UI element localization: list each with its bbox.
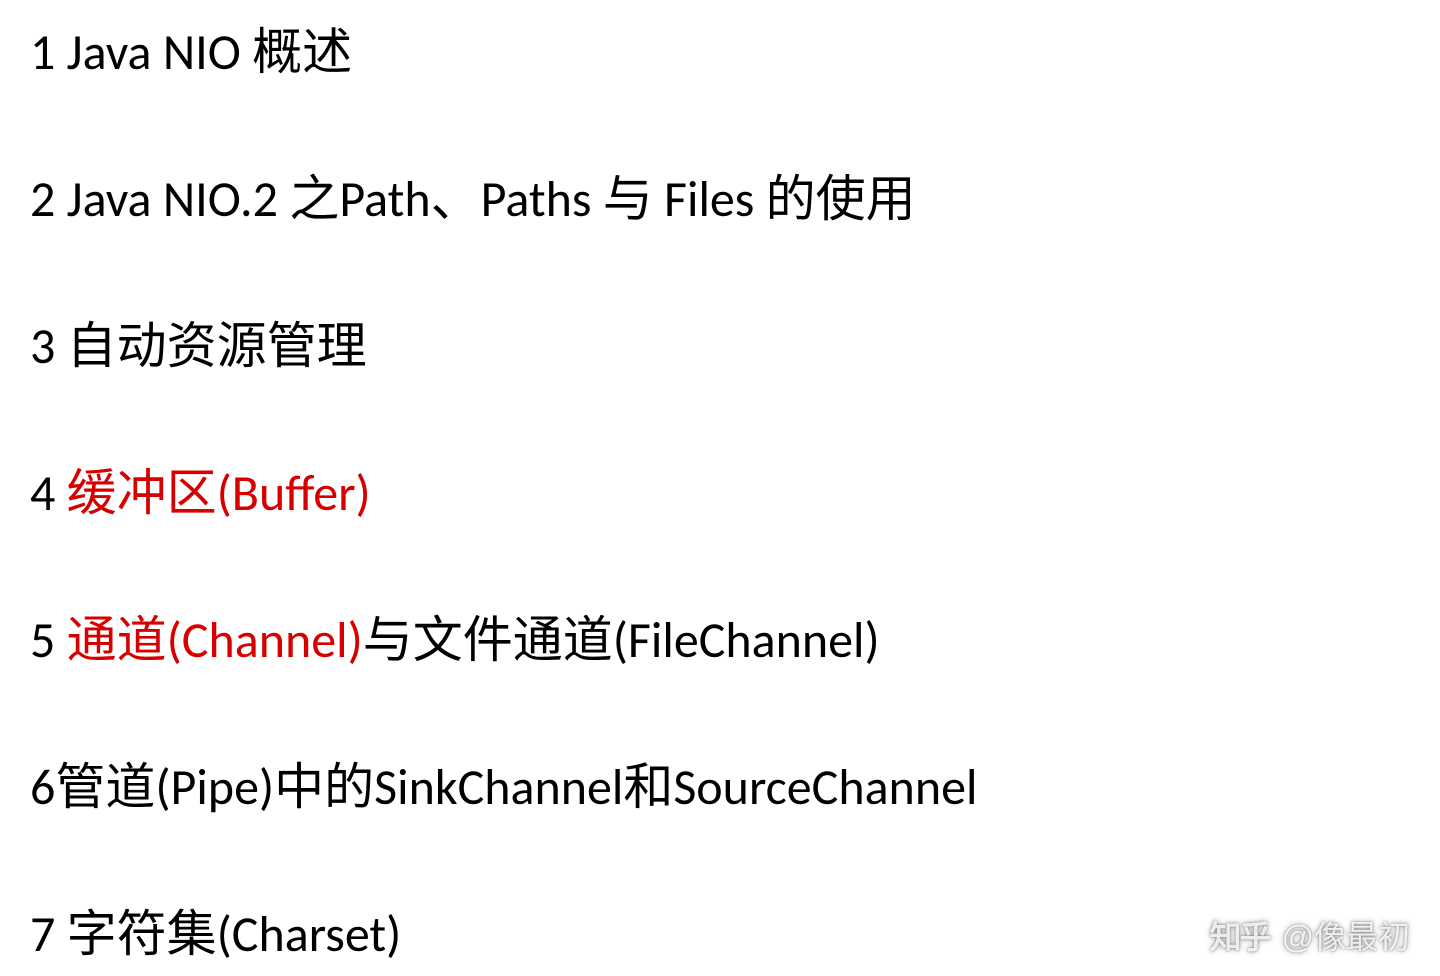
item-text: 通道(Channel) (55, 610, 362, 671)
item-number: 2 (30, 169, 55, 230)
watermark-logo: 知乎 (1209, 912, 1269, 958)
list-item: 6管道(Pipe)中的SinkChannel和SourceChannel (30, 755, 1410, 820)
list-item: 7 字符集(Charset) (30, 902, 1410, 967)
item-text: 缓冲区(Buffer) (55, 463, 370, 524)
item-text: 管道(Pipe)中的SinkChannel和SourceChannel (55, 757, 977, 818)
item-text: Java NIO.2 之Path、Paths 与 Files 的使用 (55, 169, 915, 230)
item-text: 自动资源管理 (55, 316, 366, 377)
item-number: 6 (30, 757, 55, 818)
list-item: 5 通道(Channel)与文件通道(FileChannel) (30, 608, 1410, 673)
item-text: Java NIO 概述 (55, 22, 352, 83)
item-text: 与文件通道(FileChannel) (363, 610, 880, 671)
item-number: 7 (30, 904, 55, 965)
list-item: 1 Java NIO 概述 (30, 20, 1410, 85)
outline-list: 1 Java NIO 概述 2 Java NIO.2 之Path、Paths 与… (30, 20, 1410, 967)
watermark-author: @像最初 (1282, 912, 1411, 958)
item-number: 3 (30, 316, 55, 377)
item-number: 1 (30, 22, 55, 83)
item-number: 5 (30, 610, 55, 671)
item-text: 字符集(Charset) (55, 904, 401, 965)
watermark: 知乎 @像最初 (1209, 912, 1410, 958)
list-item: 3 自动资源管理 (30, 314, 1410, 379)
item-number: 4 (30, 463, 55, 524)
list-item: 4 缓冲区(Buffer) (30, 461, 1410, 526)
list-item: 2 Java NIO.2 之Path、Paths 与 Files 的使用 (30, 167, 1410, 232)
